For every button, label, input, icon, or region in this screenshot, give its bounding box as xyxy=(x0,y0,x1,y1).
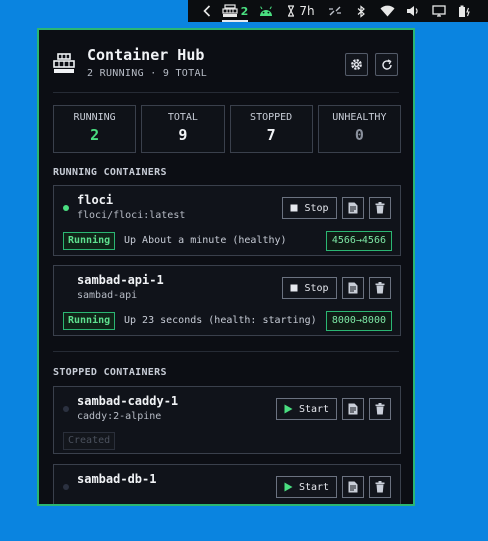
tray-hub-count: 2 xyxy=(240,4,249,18)
container-image: floci/floci:latest xyxy=(77,210,186,221)
trash-icon xyxy=(375,481,385,493)
logs-button[interactable] xyxy=(342,476,364,498)
port-mapping[interactable]: 8000→8000 xyxy=(325,311,392,331)
container-card: sambad-api-1 sambad-api Stop Running Up … xyxy=(53,265,401,336)
stat-value: 7 xyxy=(266,126,276,144)
stop-button[interactable]: Stop xyxy=(282,277,337,299)
stop-square-icon xyxy=(290,284,298,292)
port-mapping[interactable]: 4566→4566 xyxy=(325,231,392,251)
battery-icon[interactable] xyxy=(452,0,478,22)
stat-value: 9 xyxy=(178,126,188,144)
gear-icon xyxy=(351,59,362,70)
stats-row: RUNNING 2 TOTAL 9 STOPPED 7 UNHEALTHY 0 xyxy=(53,105,401,153)
play-icon xyxy=(284,482,293,492)
play-icon xyxy=(284,404,293,414)
page-title: Container Hub xyxy=(87,46,205,64)
status-dot-stopped xyxy=(63,406,69,412)
stop-button-label: Stop xyxy=(304,202,329,214)
stat-label: UNHEALTHY xyxy=(332,112,387,123)
container-image: sambad-api xyxy=(77,290,138,301)
status-badge: Created xyxy=(63,432,116,450)
delete-button[interactable] xyxy=(369,398,391,420)
container-image: caddy:2-alpine xyxy=(77,411,162,422)
document-icon xyxy=(348,282,358,294)
stop-button[interactable]: Stop xyxy=(282,197,337,219)
stat-total: TOTAL 9 xyxy=(141,105,225,153)
system-top-bar: 2 7h xyxy=(0,0,488,22)
refresh-button[interactable] xyxy=(375,53,398,76)
status-badge: Running xyxy=(63,232,116,250)
stop-square-icon xyxy=(290,204,298,212)
stat-stopped: STOPPED 7 xyxy=(229,105,313,153)
tray-expand-chevron-icon[interactable] xyxy=(196,0,218,22)
tray-timer-label: 7h xyxy=(299,4,315,18)
container-hub-logo-icon xyxy=(53,53,75,73)
container-card: floci floci/floci:latest Stop Running Up… xyxy=(53,185,401,256)
document-icon xyxy=(348,481,358,493)
volume-icon[interactable] xyxy=(400,0,426,22)
document-icon xyxy=(348,403,358,415)
logs-button[interactable] xyxy=(342,197,364,219)
document-icon xyxy=(348,202,358,214)
stopped-section-heading: STOPPED CONTAINERS xyxy=(53,367,167,378)
container-name: floci xyxy=(77,193,114,207)
status-dot-running xyxy=(63,205,69,211)
delete-button[interactable] xyxy=(369,277,391,299)
wifi-icon[interactable] xyxy=(374,0,400,22)
android-icon[interactable] xyxy=(252,0,280,22)
header-divider xyxy=(53,92,399,93)
running-section-heading: RUNNING CONTAINERS xyxy=(53,167,167,178)
stat-value: 2 xyxy=(90,126,100,144)
trash-icon xyxy=(375,403,385,415)
status-dot-stopped xyxy=(63,484,69,490)
logs-button[interactable] xyxy=(342,398,364,420)
tray-container-hub[interactable]: 2 xyxy=(218,0,252,22)
uptime-text: Up 23 seconds (health: starting) xyxy=(124,315,317,326)
uptime-text: Up About a minute (healthy) xyxy=(124,235,287,246)
trash-icon xyxy=(375,202,385,214)
container-card: sambad-caddy-1 caddy:2-alpine Start Crea… xyxy=(53,386,401,454)
start-button-label: Start xyxy=(298,481,330,493)
stat-value: 0 xyxy=(354,126,364,144)
start-button[interactable]: Start xyxy=(276,398,337,420)
stat-label: STOPPED xyxy=(250,112,293,123)
stat-label: RUNNING xyxy=(73,112,116,123)
bluetooth-icon[interactable] xyxy=(348,0,374,22)
stat-unhealthy: UNHEALTHY 0 xyxy=(317,105,401,153)
section-divider xyxy=(53,351,399,352)
logs-button[interactable] xyxy=(342,277,364,299)
delete-button[interactable] xyxy=(369,476,391,498)
panel-header: Container Hub 2 RUNNING · 9 TOTAL xyxy=(53,46,399,86)
stop-button-label: Stop xyxy=(304,282,329,294)
container-card: sambad-db-1 Start xyxy=(53,464,401,504)
page-subtitle: 2 RUNNING · 9 TOTAL xyxy=(87,68,208,79)
delete-button[interactable] xyxy=(369,197,391,219)
container-hub-panel: Container Hub 2 RUNNING · 9 TOTAL RUNNIN… xyxy=(37,28,415,506)
status-badge: Running xyxy=(63,312,116,330)
stat-running: RUNNING 2 xyxy=(53,105,137,153)
network-activity-icon[interactable] xyxy=(322,0,348,22)
stat-label: TOTAL xyxy=(167,112,198,123)
container-name: sambad-caddy-1 xyxy=(77,394,179,408)
trash-icon xyxy=(375,282,385,294)
container-name: sambad-db-1 xyxy=(77,472,157,486)
system-tray: 2 7h xyxy=(188,0,488,22)
container-stack-icon xyxy=(222,4,238,17)
tray-timer[interactable]: 7h xyxy=(280,0,322,22)
start-button[interactable]: Start xyxy=(276,476,337,498)
settings-button[interactable] xyxy=(345,53,368,76)
start-button-label: Start xyxy=(298,403,330,415)
hourglass-icon xyxy=(288,5,295,17)
container-name: sambad-api-1 xyxy=(77,273,164,287)
refresh-icon xyxy=(381,58,392,70)
display-icon[interactable] xyxy=(426,0,452,22)
